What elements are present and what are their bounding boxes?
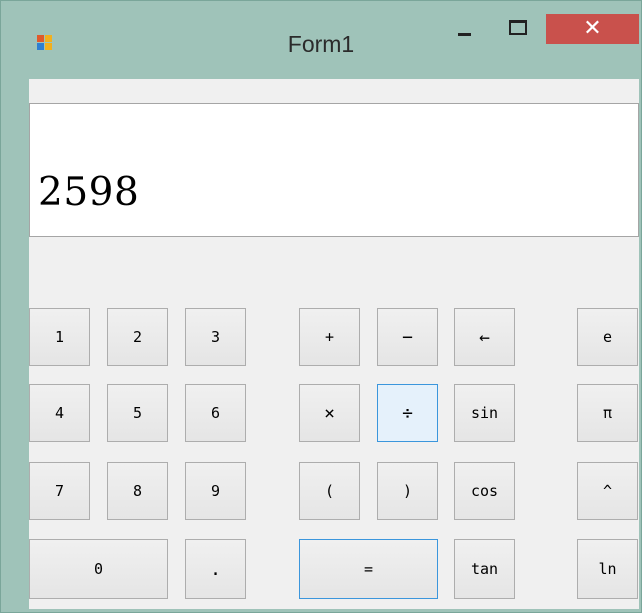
key-6[interactable]: 6 (185, 384, 246, 442)
key-tan[interactable]: tan (454, 539, 515, 599)
result-display[interactable]: 2598 (29, 103, 639, 237)
maximize-button[interactable] (495, 14, 541, 47)
key-minus[interactable]: − (377, 308, 438, 366)
calculator-window: Form1 ✕ 2598 1 2 3 + − ← e 4 5 6 × ÷ sin… (0, 0, 642, 613)
key-3[interactable]: 3 (185, 308, 246, 366)
key-9[interactable]: 9 (185, 462, 246, 520)
close-icon: ✕ (583, 16, 602, 41)
key-backspace[interactable]: ← (454, 308, 515, 366)
window-title: Form1 (287, 31, 355, 57)
key-e[interactable]: e (577, 308, 638, 366)
key-4[interactable]: 4 (29, 384, 90, 442)
key-divide[interactable]: ÷ (377, 384, 438, 442)
key-close-paren[interactable]: ) (377, 462, 438, 520)
key-0[interactable]: 0 (29, 539, 168, 599)
key-5[interactable]: 5 (107, 384, 168, 442)
key-open-paren[interactable]: ( (299, 462, 360, 520)
title-bar[interactable]: Form1 ✕ (1, 1, 641, 73)
key-2[interactable]: 2 (107, 308, 168, 366)
key-7[interactable]: 7 (29, 462, 90, 520)
client-area: 2598 1 2 3 + − ← e 4 5 6 × ÷ sin π 7 8 9… (29, 79, 639, 609)
key-decimal[interactable]: . (185, 539, 246, 599)
key-plus[interactable]: + (299, 308, 360, 366)
key-equals[interactable]: = (299, 539, 438, 599)
maximize-icon (509, 20, 527, 35)
minimize-icon (457, 33, 471, 36)
key-cos[interactable]: cos (454, 462, 515, 520)
key-power[interactable]: ^ (577, 462, 638, 520)
key-sin[interactable]: sin (454, 384, 515, 442)
close-button[interactable]: ✕ (546, 14, 639, 44)
display-value: 2598 (38, 170, 140, 215)
key-pi[interactable]: π (577, 384, 638, 442)
key-multiply[interactable]: × (299, 384, 360, 442)
minimize-button[interactable] (441, 14, 487, 47)
key-ln[interactable]: ln (577, 539, 638, 599)
key-1[interactable]: 1 (29, 308, 90, 366)
key-8[interactable]: 8 (107, 462, 168, 520)
